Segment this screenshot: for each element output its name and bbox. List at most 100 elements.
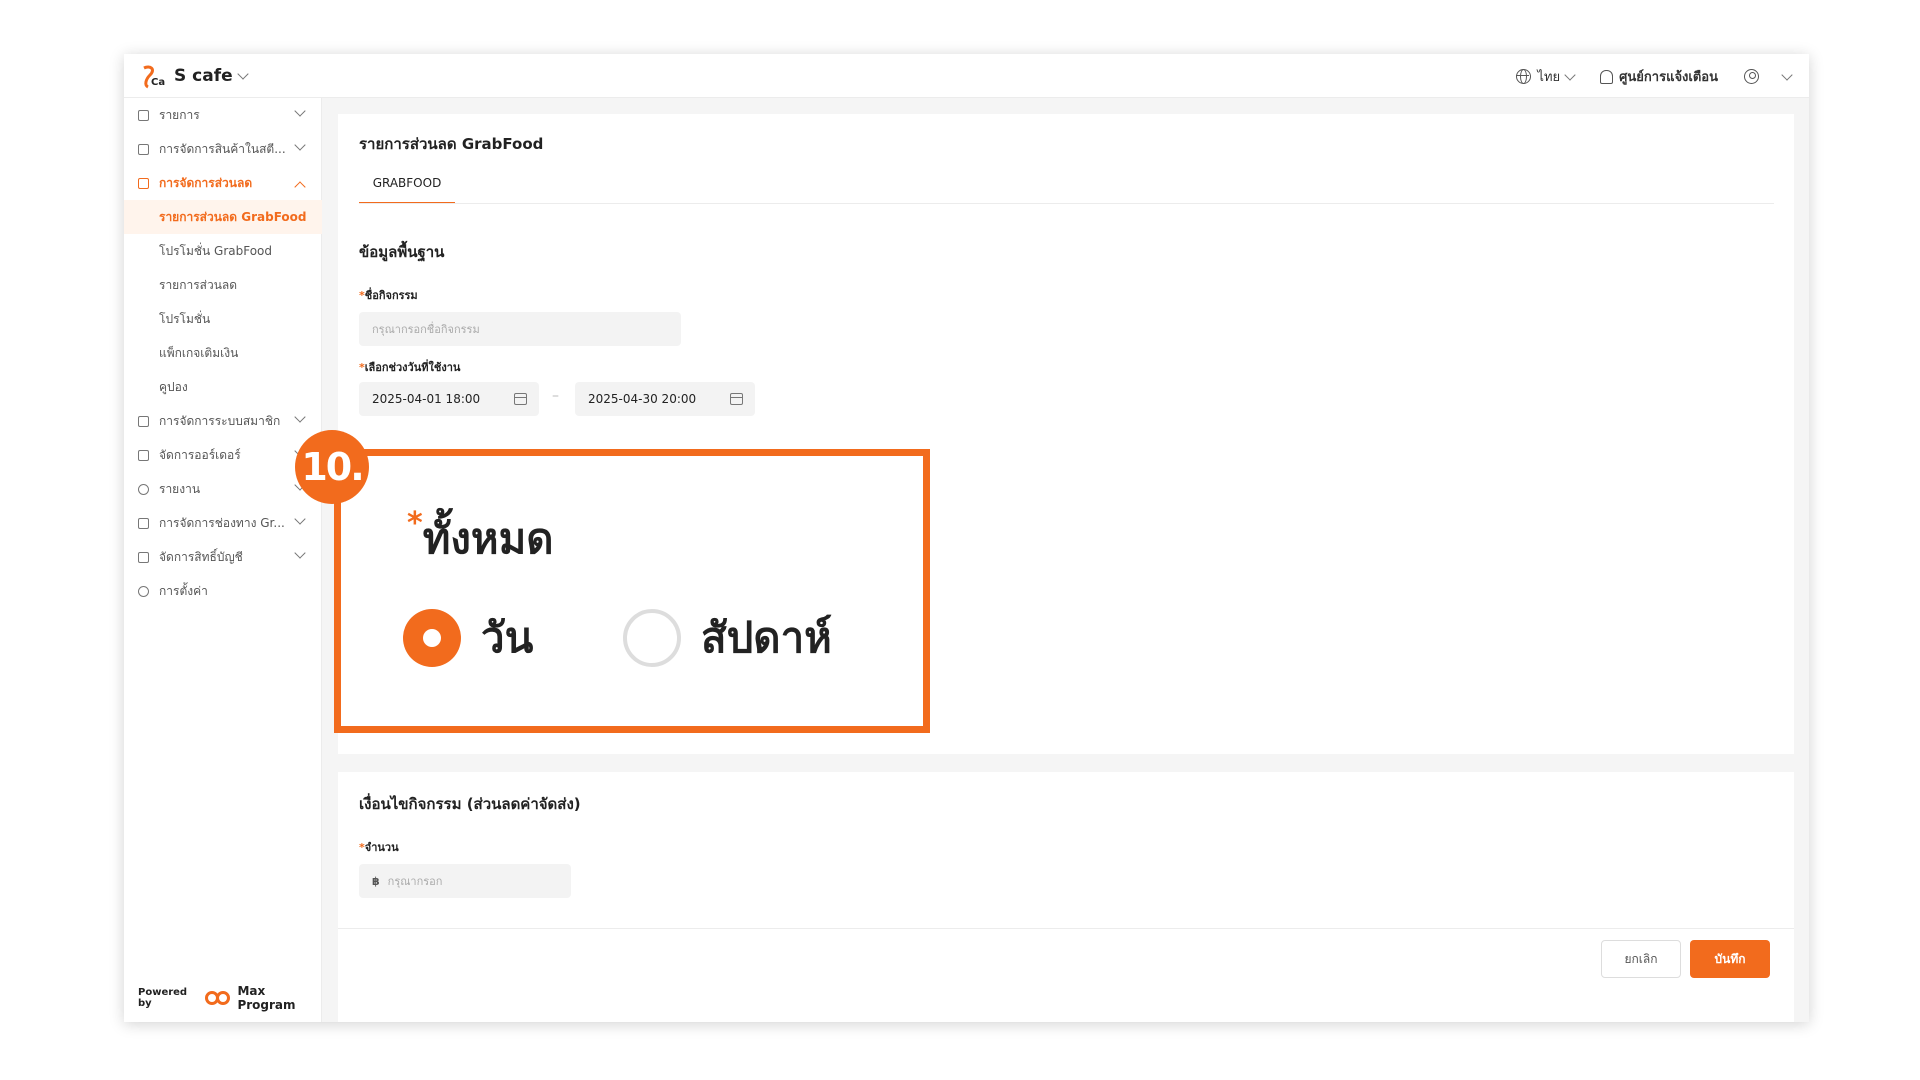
radio-week[interactable] bbox=[623, 609, 681, 667]
radio-week-label[interactable]: สัปดาห์ bbox=[701, 609, 832, 667]
page-title: รายการส่วนลด GrabFood bbox=[359, 135, 544, 153]
sidebar-item-label: การตั้งค่า bbox=[159, 583, 208, 598]
amount-label-text: จำนวน bbox=[364, 841, 399, 854]
sidebar-item-membership[interactable]: การจัดการระบบสมาชิก bbox=[124, 404, 322, 438]
member-icon bbox=[138, 415, 149, 427]
save-button[interactable]: บันทึก bbox=[1690, 940, 1770, 978]
cancel-button[interactable]: ยกเลิก bbox=[1601, 940, 1681, 978]
calendar-icon bbox=[514, 393, 527, 405]
sidebar-item-label: โปรโมชั่น bbox=[159, 311, 211, 326]
amount-placeholder: กรุณากรอก bbox=[387, 875, 443, 888]
list-icon bbox=[138, 109, 149, 121]
bell-icon bbox=[1600, 69, 1614, 84]
chevron-down-icon bbox=[294, 139, 306, 151]
start-date-value: 2025-04-01 18:00 bbox=[372, 392, 481, 406]
channel-icon bbox=[138, 517, 149, 529]
chevron-down-icon bbox=[1781, 68, 1793, 81]
language-selector[interactable]: ไทย bbox=[1516, 66, 1576, 87]
users-icon bbox=[138, 551, 149, 563]
activity-name-placeholder: กรุณากรอกชื่อกิจกรรม bbox=[372, 323, 480, 336]
currency-symbol: ฿ bbox=[372, 874, 380, 888]
start-date-picker[interactable]: 2025-04-01 18:00 bbox=[359, 382, 539, 416]
clock-icon bbox=[138, 483, 149, 495]
sidebar-item-reports[interactable]: รายงาน bbox=[124, 472, 322, 506]
chevron-down-icon bbox=[294, 513, 306, 525]
end-date-value: 2025-04-30 20:00 bbox=[588, 392, 697, 406]
sidebar-item-discount-list[interactable]: รายการส่วนลด bbox=[124, 268, 322, 302]
footer-divider bbox=[338, 928, 1794, 929]
activity-name-input[interactable]: กรุณากรอกชื่อกิจกรรม bbox=[359, 312, 681, 346]
sidebar-item-label: จัดการสิทธิ์บัญชี bbox=[159, 549, 243, 564]
sidebar-item-label: การจัดการส่วนลด bbox=[159, 175, 253, 190]
sidebar: รายการ การจัดการสินค้าในสตี... การจัดการ… bbox=[124, 98, 322, 1022]
sidebar-item-label: รายงาน bbox=[159, 481, 201, 496]
sidebar-item-label: การจัดการระบบสมาชิก bbox=[159, 413, 281, 428]
sidebar-item-orders[interactable]: จัดการออร์เดอร์ bbox=[124, 438, 322, 472]
sidebar-item-grabfood-promotions[interactable]: โปรโมชั่น GrabFood bbox=[124, 234, 322, 268]
sidebar-item-settings[interactable]: การตั้งค่า bbox=[124, 574, 322, 608]
chevron-down-icon bbox=[294, 105, 306, 117]
activity-name-label: *ชื่อกิจกรรม bbox=[359, 286, 418, 304]
tab-grabfood[interactable]: GRABFOOD bbox=[359, 172, 455, 204]
amount-input[interactable]: ฿ กรุณากรอก bbox=[359, 864, 571, 898]
conditions-title: เงื่อนไขกิจกรรม (ส่วนลดค่าจัดส่ง) bbox=[359, 795, 581, 813]
brand-name: Max Program bbox=[237, 984, 296, 1012]
step-number-badge: 10. bbox=[295, 430, 369, 504]
sidebar-item-promotions[interactable]: โปรโมชั่น bbox=[124, 302, 322, 336]
date-range-label-text: เลือกช่วงวันที่ใช้งาน bbox=[364, 361, 461, 374]
sidebar-item-coupons[interactable]: คูปอง bbox=[124, 370, 322, 404]
chevron-down-icon bbox=[236, 68, 249, 80]
zoom-callout: *ทั้งหมด วัน สัปดาห์ bbox=[334, 449, 930, 733]
sidebar-item-discounts[interactable]: การจัดการส่วนลด bbox=[124, 166, 322, 200]
notification-center-button[interactable]: ศูนย์การแจ้งเตือน bbox=[1600, 66, 1718, 87]
basic-info-title: ข้อมูลพื้นฐาน bbox=[359, 243, 445, 261]
sidebar-item-label: แพ็กเกจเติมเงิน bbox=[159, 345, 239, 360]
chevron-down-icon bbox=[294, 411, 306, 423]
calendar-icon bbox=[730, 393, 743, 405]
chevron-down-icon bbox=[1564, 68, 1576, 81]
required-mark: * bbox=[407, 506, 423, 541]
sidebar-item-label: จัดการออร์เดอร์ bbox=[159, 447, 241, 462]
store-icon bbox=[138, 143, 149, 155]
svg-text:Ca: Ca bbox=[151, 77, 165, 88]
activity-name-label-text: ชื่อกิจกรรม bbox=[364, 289, 418, 302]
sidebar-item-label: รายการส่วนลด GrabFood bbox=[159, 209, 307, 224]
discount-icon bbox=[138, 177, 149, 189]
sidebar-item-label: รายการส่วนลด bbox=[159, 277, 238, 292]
date-range-label: *เลือกช่วงวันที่ใช้งาน bbox=[359, 358, 460, 376]
radio-day-label[interactable]: วัน bbox=[481, 609, 533, 667]
powered-by-label: Powered by bbox=[138, 987, 188, 1009]
notification-center-label: ศูนย์การแจ้งเตือน bbox=[1619, 70, 1718, 85]
callout-title: *ทั้งหมด bbox=[407, 506, 554, 572]
callout-title-text: ทั้งหมด bbox=[422, 514, 554, 563]
store-switcher[interactable]: S cafe bbox=[174, 66, 249, 86]
sidebar-item-topup-packages[interactable]: แพ็กเกจเติมเงิน bbox=[124, 336, 322, 370]
chevron-down-icon bbox=[294, 547, 306, 559]
sidebar-item-label: การจัดการสินค้าในสตี... bbox=[159, 141, 286, 156]
top-bar: Ca S cafe ไทย ศูนย์การแจ้งเตือน bbox=[124, 54, 1809, 98]
sidebar-item-list[interactable]: รายการ bbox=[124, 98, 322, 132]
end-date-picker[interactable]: 2025-04-30 20:00 bbox=[575, 382, 755, 416]
sidebar-item-label: โปรโมชั่น GrabFood bbox=[159, 243, 273, 258]
sidebar-item-store-products[interactable]: การจัดการสินค้าในสตี... bbox=[124, 132, 322, 166]
user-menu[interactable] bbox=[1744, 68, 1793, 84]
powered-by: Powered by Max Program bbox=[138, 984, 321, 1012]
date-separator: – bbox=[552, 388, 559, 404]
amount-label: *จำนวน bbox=[359, 838, 399, 856]
sidebar-item-grab-channel[interactable]: การจัดการช่องทาง Gr... bbox=[124, 506, 322, 540]
sidebar-item-label: การจัดการช่องทาง Gr... bbox=[159, 515, 285, 530]
gear-icon bbox=[138, 585, 149, 597]
chevron-up-icon bbox=[294, 181, 306, 193]
store-name: S cafe bbox=[174, 66, 233, 86]
globe-icon bbox=[1516, 69, 1532, 84]
sidebar-item-account-permissions[interactable]: จัดการสิทธิ์บัญชี bbox=[124, 540, 322, 574]
conditions-card: เงื่อนไขกิจกรรม (ส่วนลดค่าจัดส่ง) *จำนวน… bbox=[338, 772, 1794, 1022]
sidebar-item-grabfood-discounts[interactable]: รายการส่วนลด GrabFood bbox=[124, 200, 322, 234]
tab-divider bbox=[359, 203, 1774, 204]
language-label: ไทย bbox=[1537, 70, 1561, 85]
app-logo-icon: Ca bbox=[143, 65, 165, 89]
clipboard-icon bbox=[138, 449, 149, 461]
sidebar-item-label: รายการ bbox=[159, 107, 200, 122]
max-program-logo-icon bbox=[205, 991, 231, 1005]
radio-day[interactable] bbox=[403, 609, 461, 667]
